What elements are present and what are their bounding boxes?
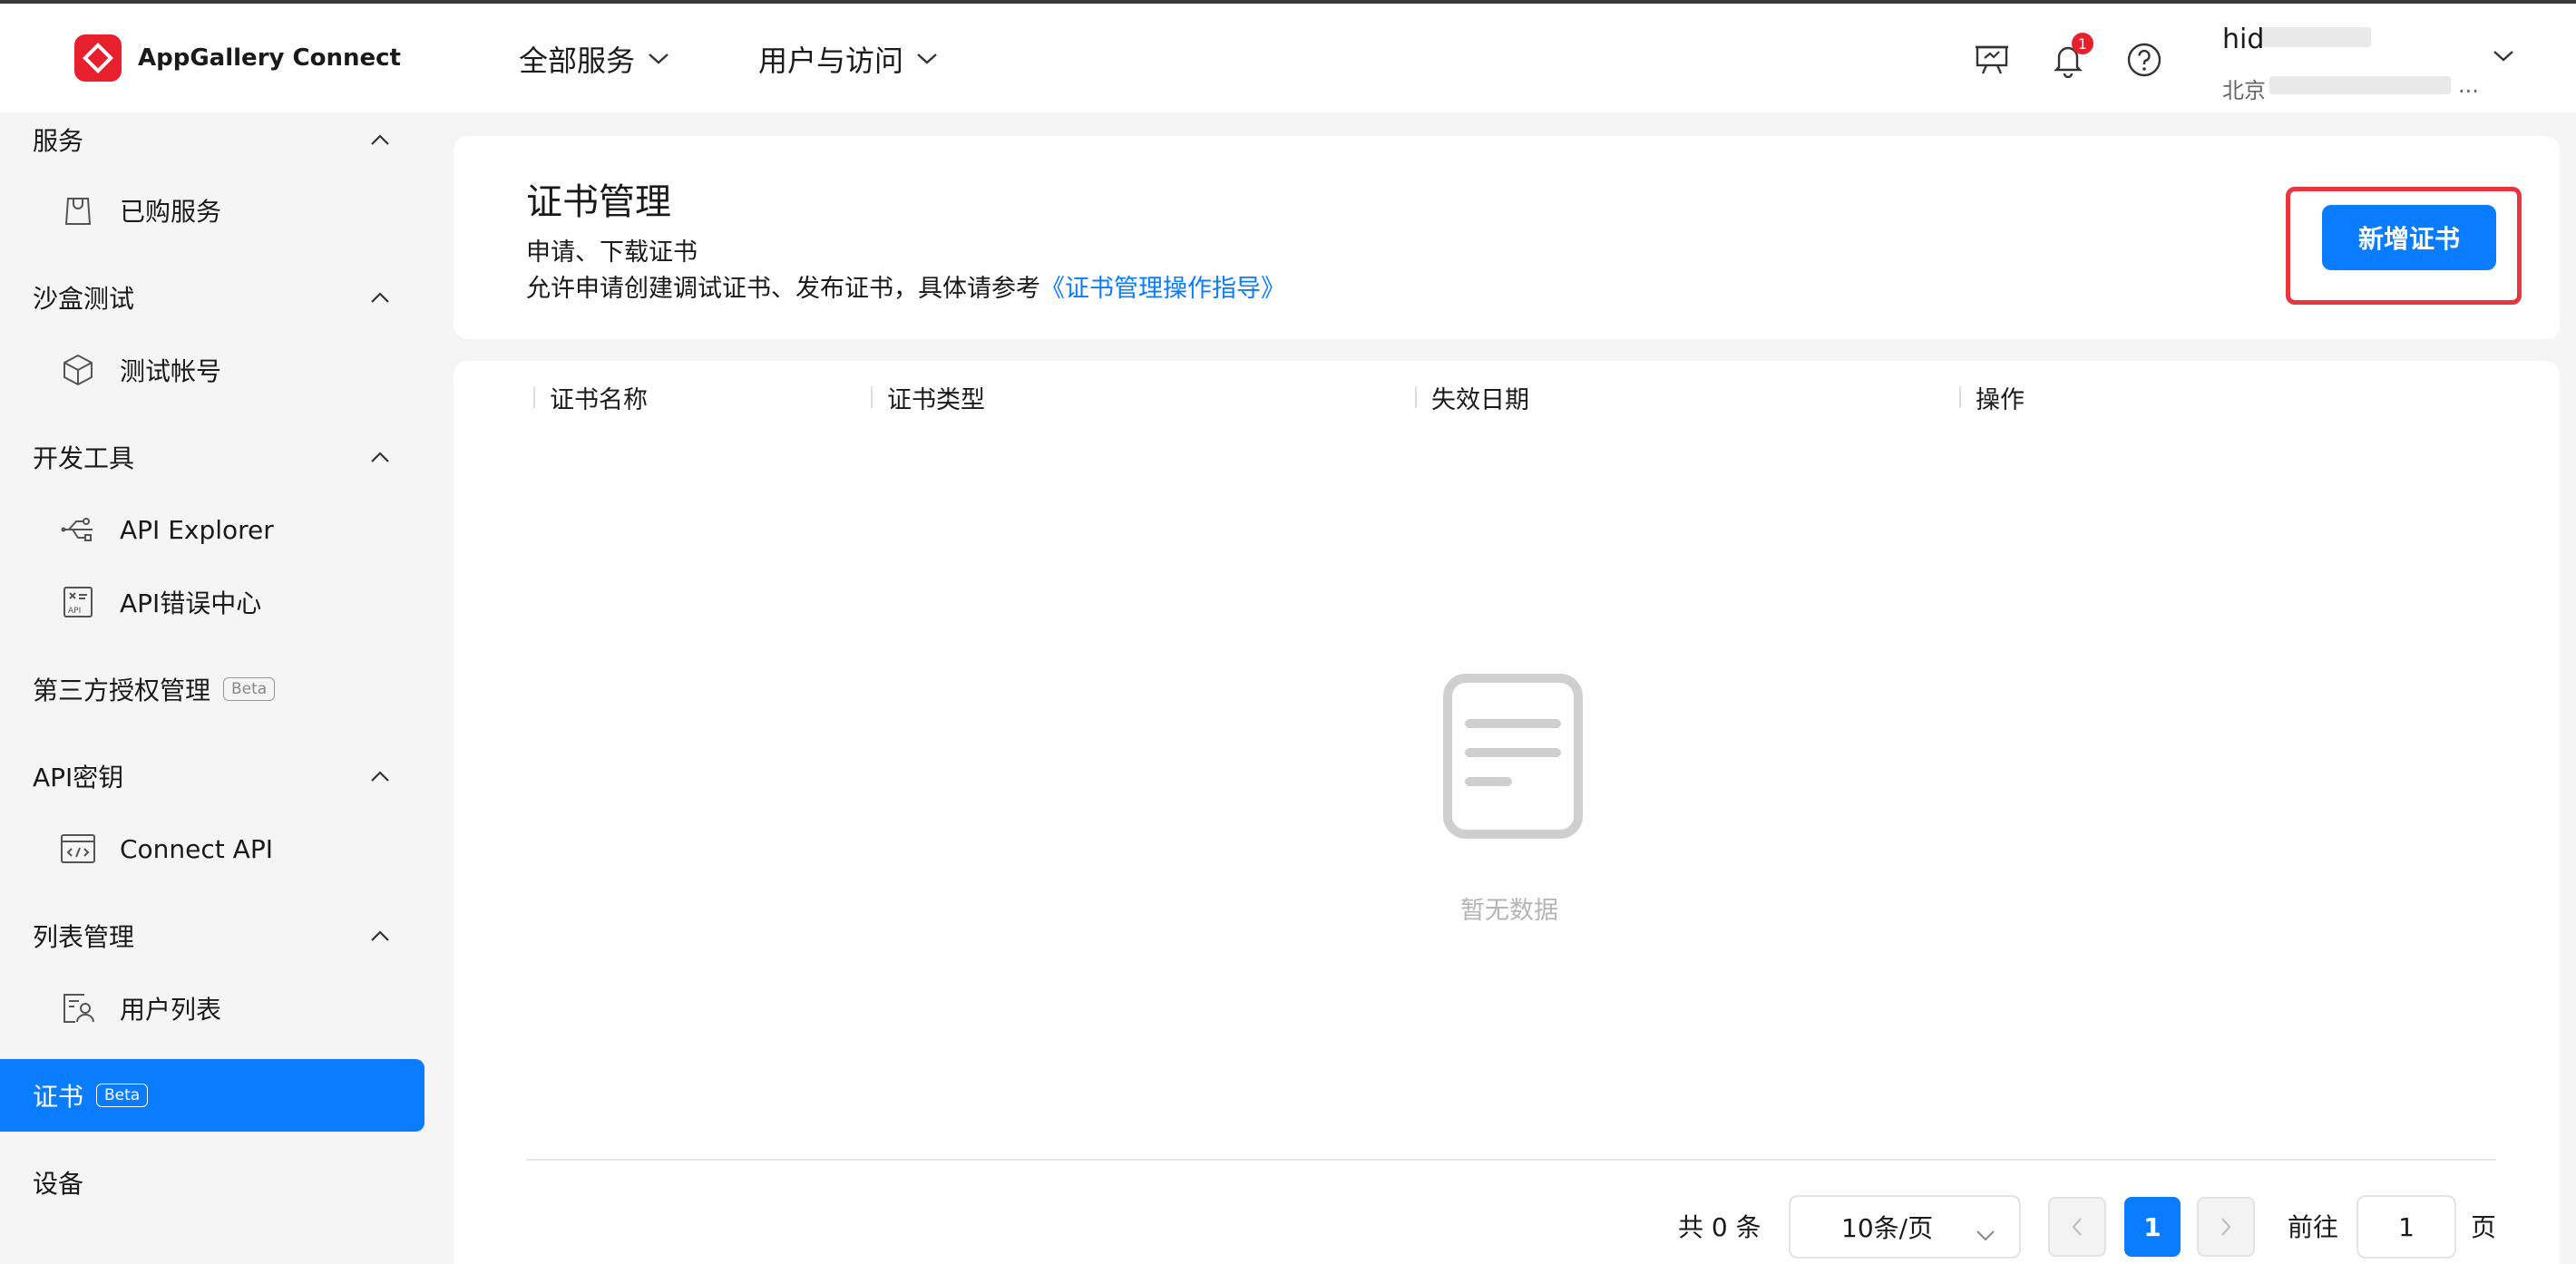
page-title: 证书管理 xyxy=(526,181,671,223)
add-certificate-button[interactable]: 新增证书 xyxy=(2322,205,2496,270)
current-page-button[interactable]: 1 xyxy=(2124,1197,2181,1257)
sidebar-group-dev-tools[interactable]: 开发工具 xyxy=(33,430,390,484)
sidebar-group-label: 开发工具 xyxy=(33,443,135,473)
sidebar-item-api-explorer[interactable]: API Explorer xyxy=(60,502,274,557)
notification-badge: 1 xyxy=(2072,33,2093,54)
chevron-left-icon xyxy=(2072,1218,2082,1236)
nav-user-access-label: 用户与访问 xyxy=(758,44,904,78)
chevron-up-icon xyxy=(371,134,389,145)
help-icon[interactable] xyxy=(2124,40,2164,80)
prev-page-button[interactable] xyxy=(2048,1197,2106,1257)
nav-all-services[interactable]: 全部服务 xyxy=(519,38,669,80)
user-name[interactable]: hid xyxy=(2222,24,2264,55)
chevron-down-icon xyxy=(1976,1219,1995,1249)
sidebar-item-devices[interactable]: 设备 xyxy=(33,1155,390,1210)
page-header-card: 证书管理 申请、下载证书 允许申请创建调试证书、发布证书，具体请参考《证书管理操… xyxy=(454,136,2560,339)
nav-all-services-label: 全部服务 xyxy=(519,44,636,78)
sidebar-item-certificates[interactable]: 证书 Beta xyxy=(0,1059,424,1132)
sidebar-item-label: 设备 xyxy=(33,1169,84,1199)
sidebar-group-label: API密钥 xyxy=(33,763,124,792)
beta-badge: Beta xyxy=(223,677,276,701)
sidebar-item-label: 证书 xyxy=(33,1082,84,1112)
page-size-select[interactable]: 10条/页 xyxy=(1789,1195,2021,1259)
user-organization: 北京 xyxy=(2222,78,2266,103)
shopping-bag-icon xyxy=(60,192,96,228)
sidebar-group-label: 第三方授权管理 xyxy=(33,676,211,705)
sidebar-item-label: API错误中心 xyxy=(120,588,262,618)
pagination-total: 共 0 条 xyxy=(1678,1212,1761,1242)
user-menu-chevron-down-icon[interactable] xyxy=(2493,49,2514,66)
next-page-button[interactable] xyxy=(2197,1197,2255,1257)
app-name: AppGallery Connect xyxy=(138,44,401,72)
page-unit-label: 页 xyxy=(2471,1212,2497,1242)
sidebar-item-api-error-center[interactable]: API API错误中心 xyxy=(60,575,261,629)
beta-badge: Beta xyxy=(96,1084,149,1107)
notification-bell-icon[interactable]: 1 xyxy=(2048,33,2093,80)
guide-prefix-text: 允许申请创建调试证书、发布证书，具体请参考 xyxy=(526,275,1040,303)
sidebar-item-purchased-services[interactable]: 已购服务 xyxy=(60,183,221,238)
sidebar-group-sandbox[interactable]: 沙盒测试 xyxy=(33,270,390,325)
chevron-right-icon xyxy=(2221,1218,2231,1236)
sidebar-item-connect-api[interactable]: Connect API xyxy=(60,822,273,876)
redacted-username xyxy=(2262,27,2371,47)
sidebar-item-label: 已购服务 xyxy=(120,197,222,227)
page-size-value: 10条/页 xyxy=(1841,1213,1934,1243)
page-description: 申请、下载证书 xyxy=(526,238,698,267)
usb-icon xyxy=(60,511,96,548)
page-description-guide: 允许申请创建调试证书、发布证书，具体请参考《证书管理操作指导》 xyxy=(526,268,1285,304)
goto-page-input[interactable] xyxy=(2356,1195,2456,1259)
column-header-actions: 操作 xyxy=(1959,379,2025,415)
chevron-up-icon xyxy=(371,452,389,462)
sidebar-group-third-party-auth[interactable]: 第三方授权管理 Beta xyxy=(33,662,390,716)
presentation-icon[interactable] xyxy=(1972,40,2012,80)
certificate-table-card: 证书名称 证书类型 失效日期 操作 暂无数据 共 0 条 10条/页 1 前往 … xyxy=(454,361,2560,1264)
user-org-ellipsis: ... xyxy=(2458,73,2479,98)
sidebar-item-user-list[interactable]: 用户列表 xyxy=(60,981,221,1036)
sidebar-item-label: 用户列表 xyxy=(120,995,222,1025)
column-header-cert-type: 证书类型 xyxy=(871,379,985,415)
code-window-icon xyxy=(60,831,96,867)
table-footer-divider xyxy=(526,1159,2496,1161)
sidebar-group-label: 列表管理 xyxy=(33,922,135,952)
column-header-expiry-date: 失效日期 xyxy=(1415,379,1529,415)
chevron-up-icon xyxy=(371,930,389,941)
empty-state-text: 暂无数据 xyxy=(1460,897,1558,925)
chevron-down-icon xyxy=(916,53,938,65)
sidebar-group-api-keys[interactable]: API密钥 xyxy=(33,749,390,803)
appgallery-logo-icon xyxy=(74,34,122,82)
sidebar-item-test-account[interactable]: 测试帐号 xyxy=(60,343,221,397)
chevron-up-icon xyxy=(371,771,389,782)
api-error-icon: API xyxy=(60,584,96,620)
sidebar-group-list-management[interactable]: 列表管理 xyxy=(33,909,390,963)
sidebar-item-label: API Explorer xyxy=(120,514,274,545)
cube-icon xyxy=(60,352,96,388)
column-header-cert-name: 证书名称 xyxy=(533,379,648,415)
goto-label: 前往 xyxy=(2288,1212,2339,1242)
sidebar-item-label: Connect API xyxy=(120,833,273,864)
svg-text:API: API xyxy=(68,607,81,616)
chevron-down-icon xyxy=(648,53,669,65)
user-list-icon xyxy=(60,990,96,1026)
nav-user-access[interactable]: 用户与访问 xyxy=(758,38,938,80)
redacted-organization xyxy=(2269,76,2451,94)
guide-link[interactable]: 《证书管理操作指导》 xyxy=(1040,275,1285,303)
app-logo[interactable]: AppGallery Connect xyxy=(74,34,401,82)
sidebar-item-label: 测试帐号 xyxy=(120,356,222,386)
sidebar-group-label: 服务 xyxy=(33,126,84,156)
empty-document-icon xyxy=(1442,673,1584,843)
top-header: AppGallery Connect 全部服务 用户与访问 1 hid 北京 .… xyxy=(0,4,2576,112)
sidebar-group-label: 沙盒测试 xyxy=(33,284,135,314)
chevron-up-icon xyxy=(371,292,389,303)
sidebar-group-services[interactable]: 服务 xyxy=(33,112,390,167)
